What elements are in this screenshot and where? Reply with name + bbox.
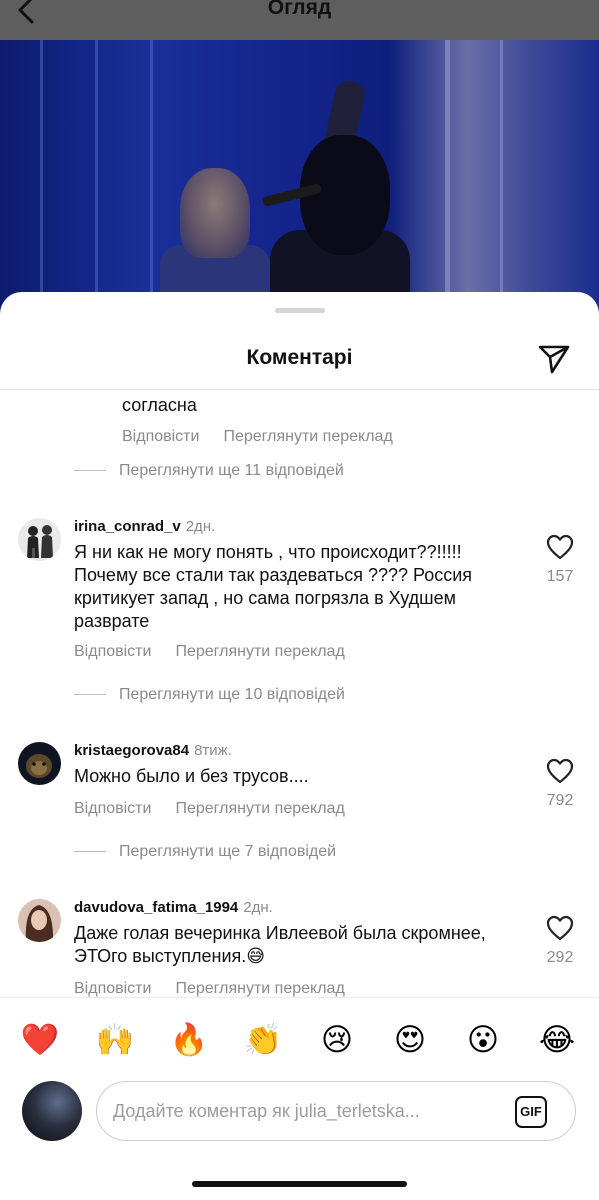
like-count: 157 bbox=[546, 568, 574, 585]
comments-list[interactable]: согласна Відповісти Переглянути переклад … bbox=[0, 390, 599, 997]
top-header: Огляд bbox=[0, 0, 599, 40]
translate-button[interactable]: Переглянути переклад bbox=[175, 643, 344, 660]
comment-username[interactable]: kristaegorova84 bbox=[74, 742, 189, 759]
fire-emoji-button[interactable]: 🔥 bbox=[169, 1020, 209, 1060]
heart-eyes-emoji-button[interactable]: 😍 bbox=[390, 1020, 430, 1060]
comment-text: Можно было и без трусов.... bbox=[74, 766, 309, 786]
avatar[interactable] bbox=[18, 899, 61, 942]
avatar[interactable] bbox=[18, 742, 61, 785]
view-more-replies[interactable]: Переглянути ще 10 відповідей bbox=[74, 686, 345, 704]
raised-hands-emoji-button[interactable]: 🙌 bbox=[95, 1020, 135, 1060]
comment-text: Я ни как не могу понять , что происходит… bbox=[74, 542, 473, 631]
reply-actions: Відповісти Переглянути переклад bbox=[122, 428, 393, 446]
sheet-drag-handle[interactable] bbox=[275, 308, 325, 313]
comment-time: 2дн. bbox=[243, 899, 273, 916]
like-count: 292 bbox=[546, 949, 574, 966]
heart-emoji-button[interactable]: ❤️ bbox=[20, 1020, 60, 1060]
reply-button[interactable]: Відповісти bbox=[74, 800, 151, 817]
heart-icon[interactable] bbox=[546, 915, 574, 941]
translate-button[interactable]: Переглянути переклад bbox=[223, 428, 392, 445]
reply-button[interactable]: Відповісти bbox=[74, 980, 151, 997]
view-more-replies[interactable]: Переглянути ще 11 відповідей bbox=[74, 462, 344, 480]
comment-username[interactable]: irina_conrad_v bbox=[74, 518, 181, 535]
comment-actions: Відповісти Переглянути переклад bbox=[74, 643, 345, 661]
comment-time: 8тиж. bbox=[194, 742, 232, 759]
comment-time: 2дн. bbox=[185, 518, 216, 535]
current-user-avatar bbox=[22, 1081, 82, 1141]
home-indicator bbox=[192, 1181, 407, 1187]
translate-button[interactable]: Переглянути переклад bbox=[175, 980, 344, 997]
view-more-replies[interactable]: Переглянути ще 7 відповідей bbox=[74, 843, 336, 861]
reply-button[interactable]: Відповісти bbox=[74, 643, 151, 660]
surprised-emoji-button[interactable]: 😮 bbox=[463, 1020, 503, 1060]
heart-icon[interactable] bbox=[546, 758, 574, 784]
comment-actions: Відповісти Переглянути переклад bbox=[74, 800, 345, 818]
page-title: Огляд bbox=[267, 0, 332, 19]
comment-input[interactable] bbox=[113, 1096, 503, 1126]
heart-icon[interactable] bbox=[546, 534, 574, 560]
comment-actions: Відповісти Переглянути переклад bbox=[74, 980, 345, 997]
clapping-emoji-button[interactable]: 👏 bbox=[243, 1020, 283, 1060]
translate-button[interactable]: Переглянути переклад bbox=[175, 800, 344, 817]
comment-text: Даже голая вечеринка Ивлеевой была скром… bbox=[74, 923, 486, 966]
emoji-reaction-bar: ❤️ 🙌 🔥 👏 😢 😍 😮 😂 bbox=[0, 997, 599, 1081]
comments-sheet: Коментарі согласна Відповісти Переглянути… bbox=[0, 292, 599, 1200]
reply-text: согласна bbox=[122, 395, 197, 415]
gif-button[interactable]: GIF bbox=[515, 1096, 547, 1128]
comment-input-box[interactable]: GIF bbox=[96, 1081, 576, 1141]
sheet-title: Коментарі bbox=[246, 346, 353, 369]
comment-username[interactable]: davudova_fatima_1994 bbox=[74, 899, 238, 916]
comment-input-row: GIF bbox=[0, 1081, 599, 1161]
avatar[interactable] bbox=[18, 518, 61, 561]
video-frame[interactable] bbox=[0, 40, 599, 310]
laughing-emoji-button[interactable]: 😂 bbox=[537, 1020, 577, 1060]
paper-plane-icon[interactable] bbox=[536, 341, 572, 377]
crying-emoji-button[interactable]: 😢 bbox=[317, 1020, 357, 1060]
like-count: 792 bbox=[546, 792, 574, 809]
reply-button[interactable]: Відповісти bbox=[122, 428, 199, 445]
